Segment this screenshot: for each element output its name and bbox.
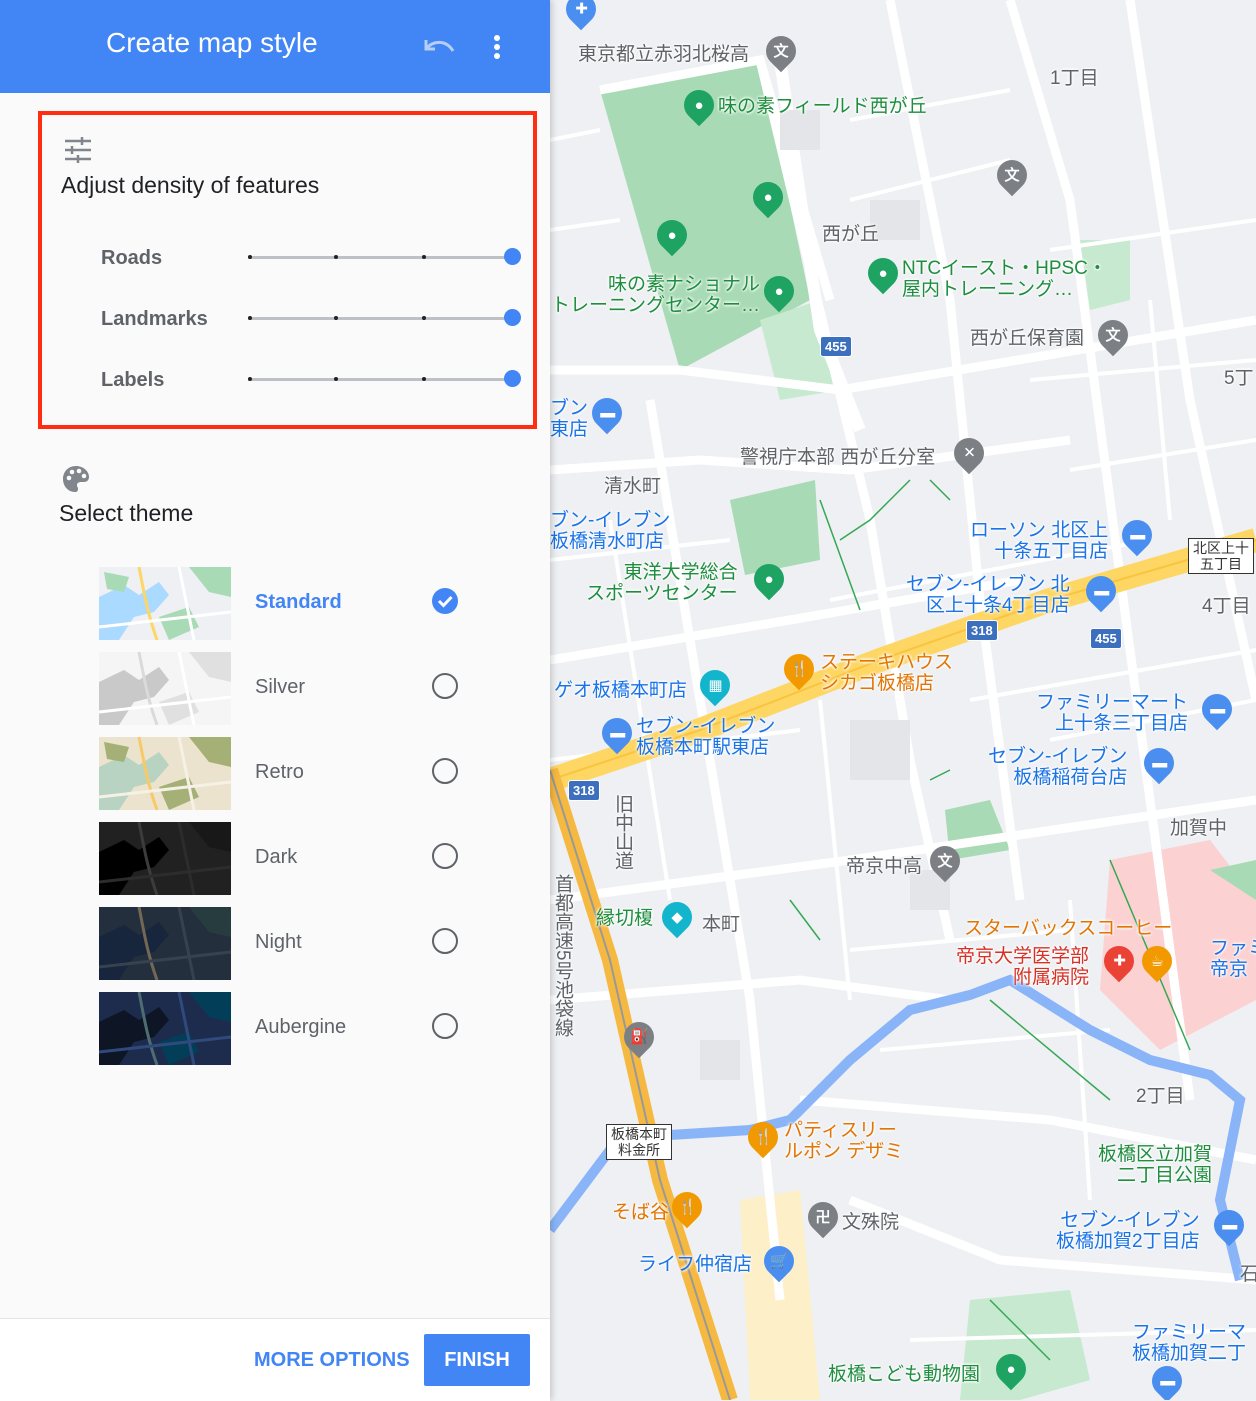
map-label: スターバックスコーヒー <box>964 918 1173 939</box>
map-label: 味の素ナショナル トレーニングセンター… <box>550 274 760 316</box>
map-label: 清水町 <box>604 476 662 497</box>
map-label: ファミ 帝京 <box>1210 938 1256 980</box>
slider-label-labels: Labels <box>101 369 165 391</box>
tollgate-box-label: 板橋本町 料金所 <box>606 1124 672 1160</box>
map-label: 帝京大学医学部 附属病院 <box>956 946 1090 988</box>
landmarks-density-slider[interactable] <box>248 298 521 338</box>
map-label: ブン-イレブン 板橋清水町店 <box>550 510 671 552</box>
labels-density-slider[interactable] <box>248 359 521 399</box>
panel-footer: MORE OPTIONS FINISH <box>0 1318 550 1401</box>
slider-label-landmarks: Landmarks <box>101 308 208 330</box>
theme-radio[interactable] <box>432 758 458 784</box>
density-title: Adjust density of features <box>61 172 320 198</box>
theme-thumbnail-night <box>99 907 231 980</box>
undo-button[interactable] <box>418 30 460 64</box>
density-section: Adjust density of features Roads Landmar… <box>38 111 537 429</box>
theme-radio[interactable] <box>432 1013 458 1039</box>
map-label: 文殊院 <box>842 1212 900 1233</box>
route-455-shield: 455 <box>1090 628 1122 649</box>
theme-thumbnail-standard <box>99 567 231 640</box>
map-label: 帝京中高 <box>846 856 923 877</box>
map-label: パティスリー ルポン デザミ <box>784 1120 904 1162</box>
theme-option-retro[interactable]: Retro <box>99 737 499 810</box>
theme-thumbnail-retro <box>99 737 231 810</box>
map-label: セブン-イレブン 北 区上十条4丁目店 <box>906 574 1070 616</box>
map-label: セブン-イレブン 板橋加賀2丁目店 <box>1056 1210 1200 1252</box>
map-label: セブン-イレブン 板橋稲荷台店 <box>988 746 1128 788</box>
map-preview[interactable]: ✚ 東京都立赤羽北桜高 文 ● 味の素フィールド西が丘 1丁目 文 ● ● 西が… <box>550 0 1256 1400</box>
map-label: ファミリーマ 板橋加賀二丁 <box>1132 1322 1247 1364</box>
more-options-menu-button[interactable] <box>480 28 514 66</box>
map-label: ブン 東店 <box>550 398 589 440</box>
map-label: 東京都立赤羽北桜高 <box>578 44 750 65</box>
map-label: 首都高速5号池袋線 <box>552 874 573 1037</box>
theme-title: Select theme <box>59 500 194 526</box>
map-label: 西が丘 <box>822 224 880 245</box>
map-label: 西が丘保育園 <box>970 328 1085 349</box>
route-318-shield: 318 <box>966 620 998 641</box>
theme-name: Silver <box>255 676 306 698</box>
more-options-button[interactable]: MORE OPTIONS <box>240 1339 424 1382</box>
theme-radio[interactable] <box>432 673 458 699</box>
theme-option-standard[interactable]: Standard <box>99 567 499 640</box>
theme-name: Dark <box>255 846 298 868</box>
map-label: 加賀中 <box>1170 818 1228 839</box>
theme-option-aubergine[interactable]: Aubergine <box>99 992 499 1065</box>
map-label: 東洋大学総合 スポーツセンター <box>586 562 738 604</box>
map-label: 板橋こども動物園 <box>828 1364 981 1385</box>
theme-thumbnail-aubergine <box>99 992 231 1065</box>
theme-radio[interactable] <box>432 928 458 954</box>
theme-option-dark[interactable]: Dark <box>99 822 499 895</box>
map-label: ステーキハウス シカゴ板橋店 <box>820 652 954 694</box>
slider-row-labels: Labels <box>42 359 532 399</box>
map-label: 板橋区立加賀 二丁目公園 <box>1098 1144 1213 1186</box>
map-label: 2丁目 <box>1136 1086 1185 1107</box>
more-vert-icon <box>494 35 500 59</box>
slider-label-roads: Roads <box>101 247 163 269</box>
map-label: ローソン 北区上 十条五丁目店 <box>970 520 1109 562</box>
map-label: ライフ仲宿店 <box>638 1254 753 1275</box>
theme-option-silver[interactable]: Silver <box>99 652 499 725</box>
map-label: 旧中山道 <box>612 794 633 870</box>
finish-button[interactable]: FINISH <box>424 1334 530 1386</box>
map-label: NTCイースト・HPSC・ 屋内トレーニング… <box>902 258 1107 300</box>
map-label: そば谷 <box>612 1202 670 1223</box>
slider-row-landmarks: Landmarks <box>42 298 532 338</box>
theme-name: Standard <box>255 591 342 613</box>
map-label: 縁切榎 <box>596 908 654 929</box>
roads-density-slider[interactable] <box>248 237 521 277</box>
map-label: 石 <box>1240 1264 1256 1285</box>
panel-header: Create map style <box>0 0 550 93</box>
map-label: ゲオ板橋本町店 <box>554 680 688 701</box>
check-icon <box>437 595 453 608</box>
landmarks-slider-thumb[interactable] <box>504 309 521 326</box>
theme-name: Aubergine <box>255 1016 347 1038</box>
map-label: 味の素フィールド西が丘 <box>718 96 927 117</box>
theme-option-night[interactable]: Night <box>99 907 499 980</box>
undo-icon <box>424 40 455 52</box>
theme-thumbnail-silver <box>99 652 231 725</box>
theme-radio[interactable] <box>432 588 458 614</box>
map-label: 5丁 <box>1224 368 1254 389</box>
theme-radio[interactable] <box>432 843 458 869</box>
theme-name: Retro <box>255 761 304 783</box>
palette-icon <box>63 466 89 492</box>
roads-slider-thumb[interactable] <box>504 248 521 265</box>
route-455-shield: 455 <box>820 336 852 357</box>
style-panel: Create map style Adjust density of featu… <box>0 0 550 1401</box>
tune-icon <box>65 137 91 163</box>
page-title: Create map style <box>106 27 318 58</box>
area-box-label: 北区上十 五丁目 <box>1188 538 1254 574</box>
map-label: 本町 <box>702 914 741 935</box>
theme-name: Night <box>255 931 302 953</box>
map-label: 4丁目 <box>1202 596 1251 617</box>
map-label: セブン-イレブン 板橋本町駅東店 <box>636 716 776 758</box>
map-label: 警視庁本部 西が丘分室 <box>740 447 936 468</box>
labels-slider-thumb[interactable] <box>504 370 521 387</box>
theme-thumbnail-dark <box>99 822 231 895</box>
route-318-shield: 318 <box>568 780 600 801</box>
slider-row-roads: Roads <box>42 237 532 277</box>
map-label: 1丁目 <box>1050 68 1099 89</box>
map-label: ファミリーマート 上十条三丁目店 <box>1036 692 1189 734</box>
